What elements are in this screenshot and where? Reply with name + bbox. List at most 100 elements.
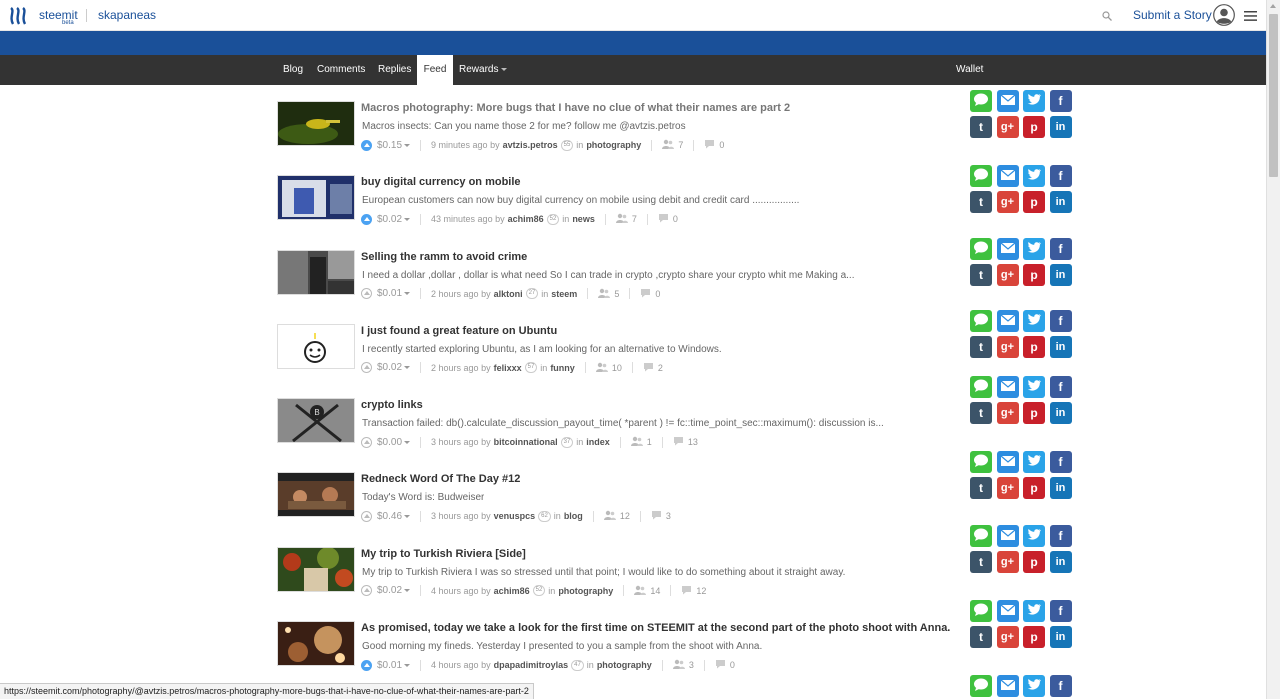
- share-tumblr-button[interactable]: t: [970, 264, 992, 286]
- share-twitter-button[interactable]: [1023, 238, 1045, 260]
- voters-icon[interactable]: [598, 288, 611, 300]
- post-time[interactable]: 4 hours ago by: [431, 660, 491, 670]
- payout-value[interactable]: $0.15: [377, 140, 402, 151]
- share-facebook-button[interactable]: f: [1049, 675, 1072, 697]
- share-tumblr-button[interactable]: t: [970, 477, 992, 499]
- post-title-link[interactable]: Selling the ramm to avoid crime: [361, 251, 527, 263]
- voter-count[interactable]: 14: [650, 586, 660, 596]
- post-thumbnail[interactable]: [277, 546, 355, 592]
- post-category-link[interactable]: photography: [597, 660, 652, 670]
- share-twitter-button[interactable]: [1023, 451, 1045, 473]
- share-googleplus-button[interactable]: g+: [996, 551, 1019, 573]
- comments-icon[interactable]: [704, 139, 715, 151]
- share-email-button[interactable]: [996, 675, 1019, 697]
- upvote-icon[interactable]: [361, 288, 372, 300]
- post-summary[interactable]: I recently started exploring Ubuntu, as …: [362, 344, 722, 355]
- post-category-link[interactable]: funny: [550, 363, 575, 373]
- share-pinterest-button[interactable]: p: [1023, 336, 1045, 358]
- share-linkedin-button[interactable]: in: [1049, 264, 1072, 286]
- share-tumblr-button[interactable]: t: [970, 191, 992, 213]
- share-email-button[interactable]: [996, 525, 1019, 547]
- payout-dropdown-icon[interactable]: [404, 217, 411, 221]
- comments-icon[interactable]: [681, 585, 692, 597]
- share-twitter-button[interactable]: [1023, 525, 1045, 547]
- post-time[interactable]: 43 minutes ago by: [431, 214, 505, 224]
- post-thumbnail[interactable]: B: [277, 398, 355, 444]
- comment-count[interactable]: 13: [688, 437, 698, 447]
- post-time[interactable]: 3 hours ago by: [431, 437, 491, 447]
- share-pinterest-button[interactable]: p: [1023, 116, 1045, 138]
- share-email-button[interactable]: [996, 600, 1019, 622]
- post-author-link[interactable]: achim86: [494, 586, 530, 596]
- post-category-link[interactable]: steem: [551, 289, 577, 299]
- share-message-button[interactable]: [970, 165, 992, 187]
- share-pinterest-button[interactable]: p: [1023, 191, 1045, 213]
- share-pinterest-button[interactable]: p: [1023, 626, 1045, 648]
- post-time[interactable]: 4 hours ago by: [431, 586, 491, 596]
- post-author-link[interactable]: bitcoinnational: [494, 437, 558, 447]
- share-pinterest-button[interactable]: p: [1023, 551, 1045, 573]
- share-message-button[interactable]: [970, 525, 992, 547]
- post-author-link[interactable]: avtzis.petros: [503, 140, 558, 150]
- post-summary[interactable]: Today's Word is: Budweiser: [362, 492, 484, 503]
- upvote-icon[interactable]: [361, 139, 372, 151]
- upvote-icon[interactable]: [361, 436, 372, 448]
- comment-count[interactable]: 3: [666, 511, 671, 521]
- post-summary[interactable]: European customers can now buy digital c…: [362, 195, 799, 206]
- share-tumblr-button[interactable]: t: [970, 402, 992, 424]
- share-facebook-button[interactable]: f: [1049, 376, 1072, 398]
- tab-rewards[interactable]: Rewards: [459, 55, 508, 85]
- share-twitter-button[interactable]: [1023, 165, 1045, 187]
- voters-icon[interactable]: [603, 510, 616, 522]
- steemit-logo-icon[interactable]: [8, 5, 30, 27]
- post-title-link[interactable]: buy digital currency on mobile: [361, 176, 521, 188]
- share-facebook-button[interactable]: f: [1049, 90, 1072, 112]
- share-message-button[interactable]: [970, 238, 992, 260]
- post-summary[interactable]: My trip to Turkish Riviera I was so stre…: [362, 567, 845, 578]
- post-title-link[interactable]: crypto links: [361, 399, 423, 411]
- post-category-link[interactable]: index: [586, 437, 610, 447]
- upvote-icon[interactable]: [361, 362, 372, 374]
- share-message-button[interactable]: [970, 90, 992, 112]
- share-googleplus-button[interactable]: g+: [996, 477, 1019, 499]
- share-twitter-button[interactable]: [1023, 376, 1045, 398]
- voter-count[interactable]: 7: [632, 214, 637, 224]
- post-title-link[interactable]: My trip to Turkish Riviera [Side]: [361, 548, 526, 560]
- post-title-link[interactable]: As promised, today we take a look for th…: [361, 622, 950, 634]
- share-facebook-button[interactable]: f: [1049, 165, 1072, 187]
- payout-dropdown-icon[interactable]: [404, 143, 411, 147]
- post-author-link[interactable]: dpapadimitroylas: [494, 660, 569, 670]
- payout-value[interactable]: $0.02: [377, 585, 402, 596]
- scroll-thumb[interactable]: [1269, 14, 1278, 177]
- voters-icon[interactable]: [634, 585, 647, 597]
- tab-feed[interactable]: Feed: [417, 55, 453, 85]
- comment-count[interactable]: 0: [673, 214, 678, 224]
- payout-dropdown-icon[interactable]: [404, 514, 411, 518]
- upvote-icon[interactable]: [361, 585, 372, 597]
- share-message-button[interactable]: [970, 600, 992, 622]
- post-thumbnail[interactable]: [277, 101, 355, 146]
- post-time[interactable]: 2 hours ago by: [431, 289, 491, 299]
- share-pinterest-button[interactable]: p: [1023, 264, 1045, 286]
- share-googleplus-button[interactable]: g+: [996, 402, 1019, 424]
- share-tumblr-button[interactable]: t: [970, 116, 992, 138]
- share-googleplus-button[interactable]: g+: [996, 336, 1019, 358]
- voter-count[interactable]: 7: [678, 140, 683, 150]
- share-email-button[interactable]: [996, 310, 1019, 332]
- share-twitter-button[interactable]: [1023, 600, 1045, 622]
- payout-value[interactable]: $0.46: [377, 511, 402, 522]
- post-thumbnail[interactable]: [277, 621, 355, 667]
- comment-count[interactable]: 0: [730, 660, 735, 670]
- share-facebook-button[interactable]: f: [1049, 525, 1072, 547]
- payout-value[interactable]: $0.02: [377, 214, 402, 225]
- share-email-button[interactable]: [996, 165, 1019, 187]
- voters-icon[interactable]: [672, 659, 685, 671]
- post-thumbnail[interactable]: [277, 472, 355, 518]
- tab-comments[interactable]: Comments: [317, 55, 365, 85]
- share-facebook-button[interactable]: f: [1049, 310, 1072, 332]
- comments-icon[interactable]: [715, 659, 726, 671]
- share-linkedin-button[interactable]: in: [1049, 626, 1072, 648]
- tab-wallet[interactable]: Wallet: [956, 55, 983, 85]
- payout-dropdown-icon[interactable]: [404, 366, 411, 370]
- share-tumblr-button[interactable]: t: [970, 551, 992, 573]
